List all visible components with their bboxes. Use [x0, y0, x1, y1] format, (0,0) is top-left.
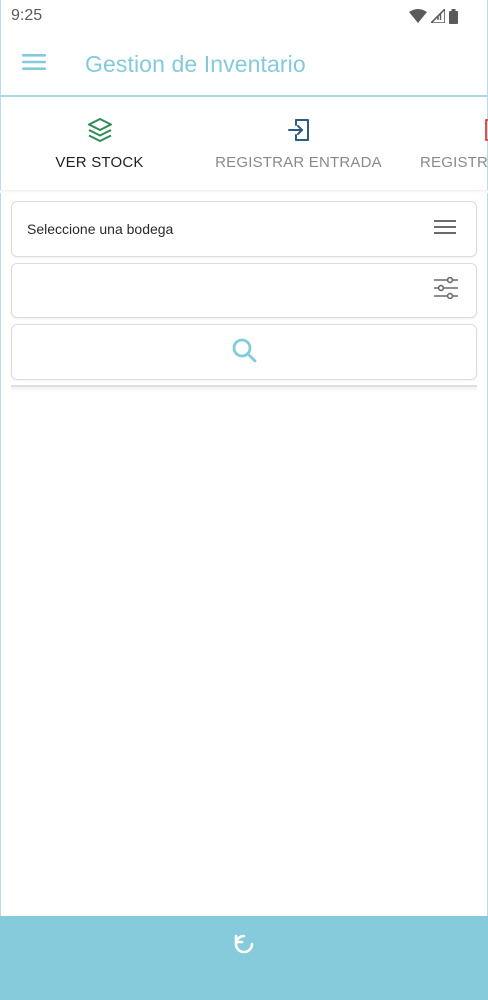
app-bar: Gestion de Inventario [0, 32, 488, 96]
results-divider-shadow [11, 387, 477, 393]
refresh-icon [231, 931, 257, 962]
tab-registrar-salida-label: REGISTRAR SALIDA [420, 154, 488, 171]
tab-registrar-salida[interactable]: REGISTRAR SALIDA [398, 97, 488, 190]
status-time: 9:25 [11, 7, 43, 24]
layers-icon [87, 115, 113, 145]
tab-ver-stock-label: VER STOCK [55, 154, 144, 171]
cell-signal-icon [431, 9, 445, 23]
filter-input[interactable] [27, 264, 427, 317]
bottom-bar [0, 916, 488, 1000]
tab-bar: VER STOCK REGISTRAR ENTRADA REGISTRAR SA… [0, 97, 488, 190]
filter-field [11, 263, 477, 318]
search-icon [231, 337, 257, 368]
menu-button[interactable] [17, 47, 51, 81]
list-lines-icon [434, 219, 456, 240]
app-title: Gestion de Inventario [85, 50, 306, 77]
bodega-select-text: Seleccione una bodega [27, 221, 174, 237]
status-bar: 9:25 [0, 0, 488, 32]
tab-registrar-entrada-label: REGISTRAR ENTRADA [215, 154, 382, 171]
logout-arrow-icon [482, 115, 488, 145]
login-arrow-icon [286, 115, 312, 145]
tab-ver-stock[interactable]: VER STOCK [0, 97, 199, 190]
hamburger-menu-icon [22, 53, 46, 76]
refresh-button[interactable] [228, 930, 260, 962]
tab-registrar-entrada[interactable]: REGISTRAR ENTRADA [199, 97, 398, 190]
screen: 9:25 Gestion de Inventario VER STOCK REG… [0, 0, 488, 1000]
tab-bar-shadow [0, 190, 488, 193]
wifi-icon [409, 9, 427, 23]
search-button[interactable] [11, 324, 477, 380]
bodega-select[interactable]: Seleccione una bodega [11, 201, 477, 257]
battery-icon [449, 8, 458, 24]
sliders-icon[interactable] [434, 276, 458, 304]
status-icons [409, 8, 458, 24]
